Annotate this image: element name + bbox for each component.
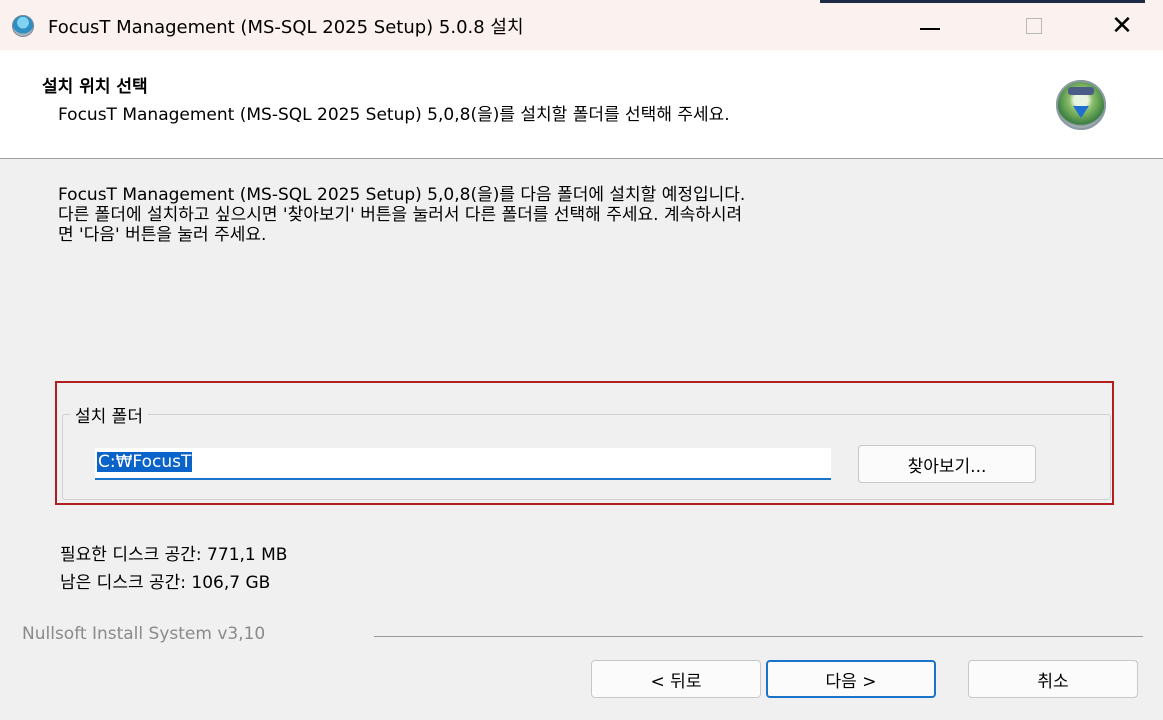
close-button[interactable]: ✕ (1100, 8, 1144, 44)
page-header: 설치 위치 선택 FocusT Management (MS-SQL 2025 … (0, 50, 1163, 159)
cancel-button[interactable]: 취소 (968, 660, 1138, 698)
maximize-icon (1026, 18, 1042, 34)
download-arrow-icon (1073, 106, 1089, 118)
required-disk-space: 필요한 디스크 공간: 771,1 MB (60, 545, 288, 565)
minimize-icon (920, 28, 940, 30)
page-subtitle: FocusT Management (MS-SQL 2025 Setup) 5,… (58, 105, 730, 125)
description-text: FocusT Management (MS-SQL 2025 Setup) 5,… (58, 185, 1138, 245)
logo-label (1068, 87, 1094, 95)
footer-divider (374, 636, 1143, 637)
installer-logo-icon (1056, 80, 1106, 130)
nsis-branding: Nullsoft Install System v3,10 (22, 624, 266, 644)
close-icon: ✕ (1111, 11, 1133, 41)
window-title: FocusT Management (MS-SQL 2025 Setup) 5.… (48, 17, 524, 38)
available-disk-space: 남은 디스크 공간: 106,7 GB (60, 573, 271, 593)
background-window-strip (820, 0, 1145, 3)
minimize-button[interactable] (908, 8, 952, 44)
back-button[interactable]: < 뒤로 (591, 660, 761, 698)
description-line-1: FocusT Management (MS-SQL 2025 Setup) 5,… (58, 185, 746, 205)
installer-app-icon (12, 15, 34, 37)
page-title: 설치 위치 선택 (42, 77, 148, 97)
maximize-button (1012, 8, 1056, 44)
title-bar: FocusT Management (MS-SQL 2025 Setup) 5.… (0, 0, 1163, 50)
description-line-2: 다른 폴더에 설치하고 싶으시면 '찾아보기' 버튼을 눌러서 다른 폴더를 선… (58, 205, 743, 225)
highlight-annotation (55, 381, 1114, 505)
next-button[interactable]: 다음 > (766, 660, 936, 698)
description-line-3: 면 '다음' 버튼을 눌러 주세요. (58, 225, 267, 245)
